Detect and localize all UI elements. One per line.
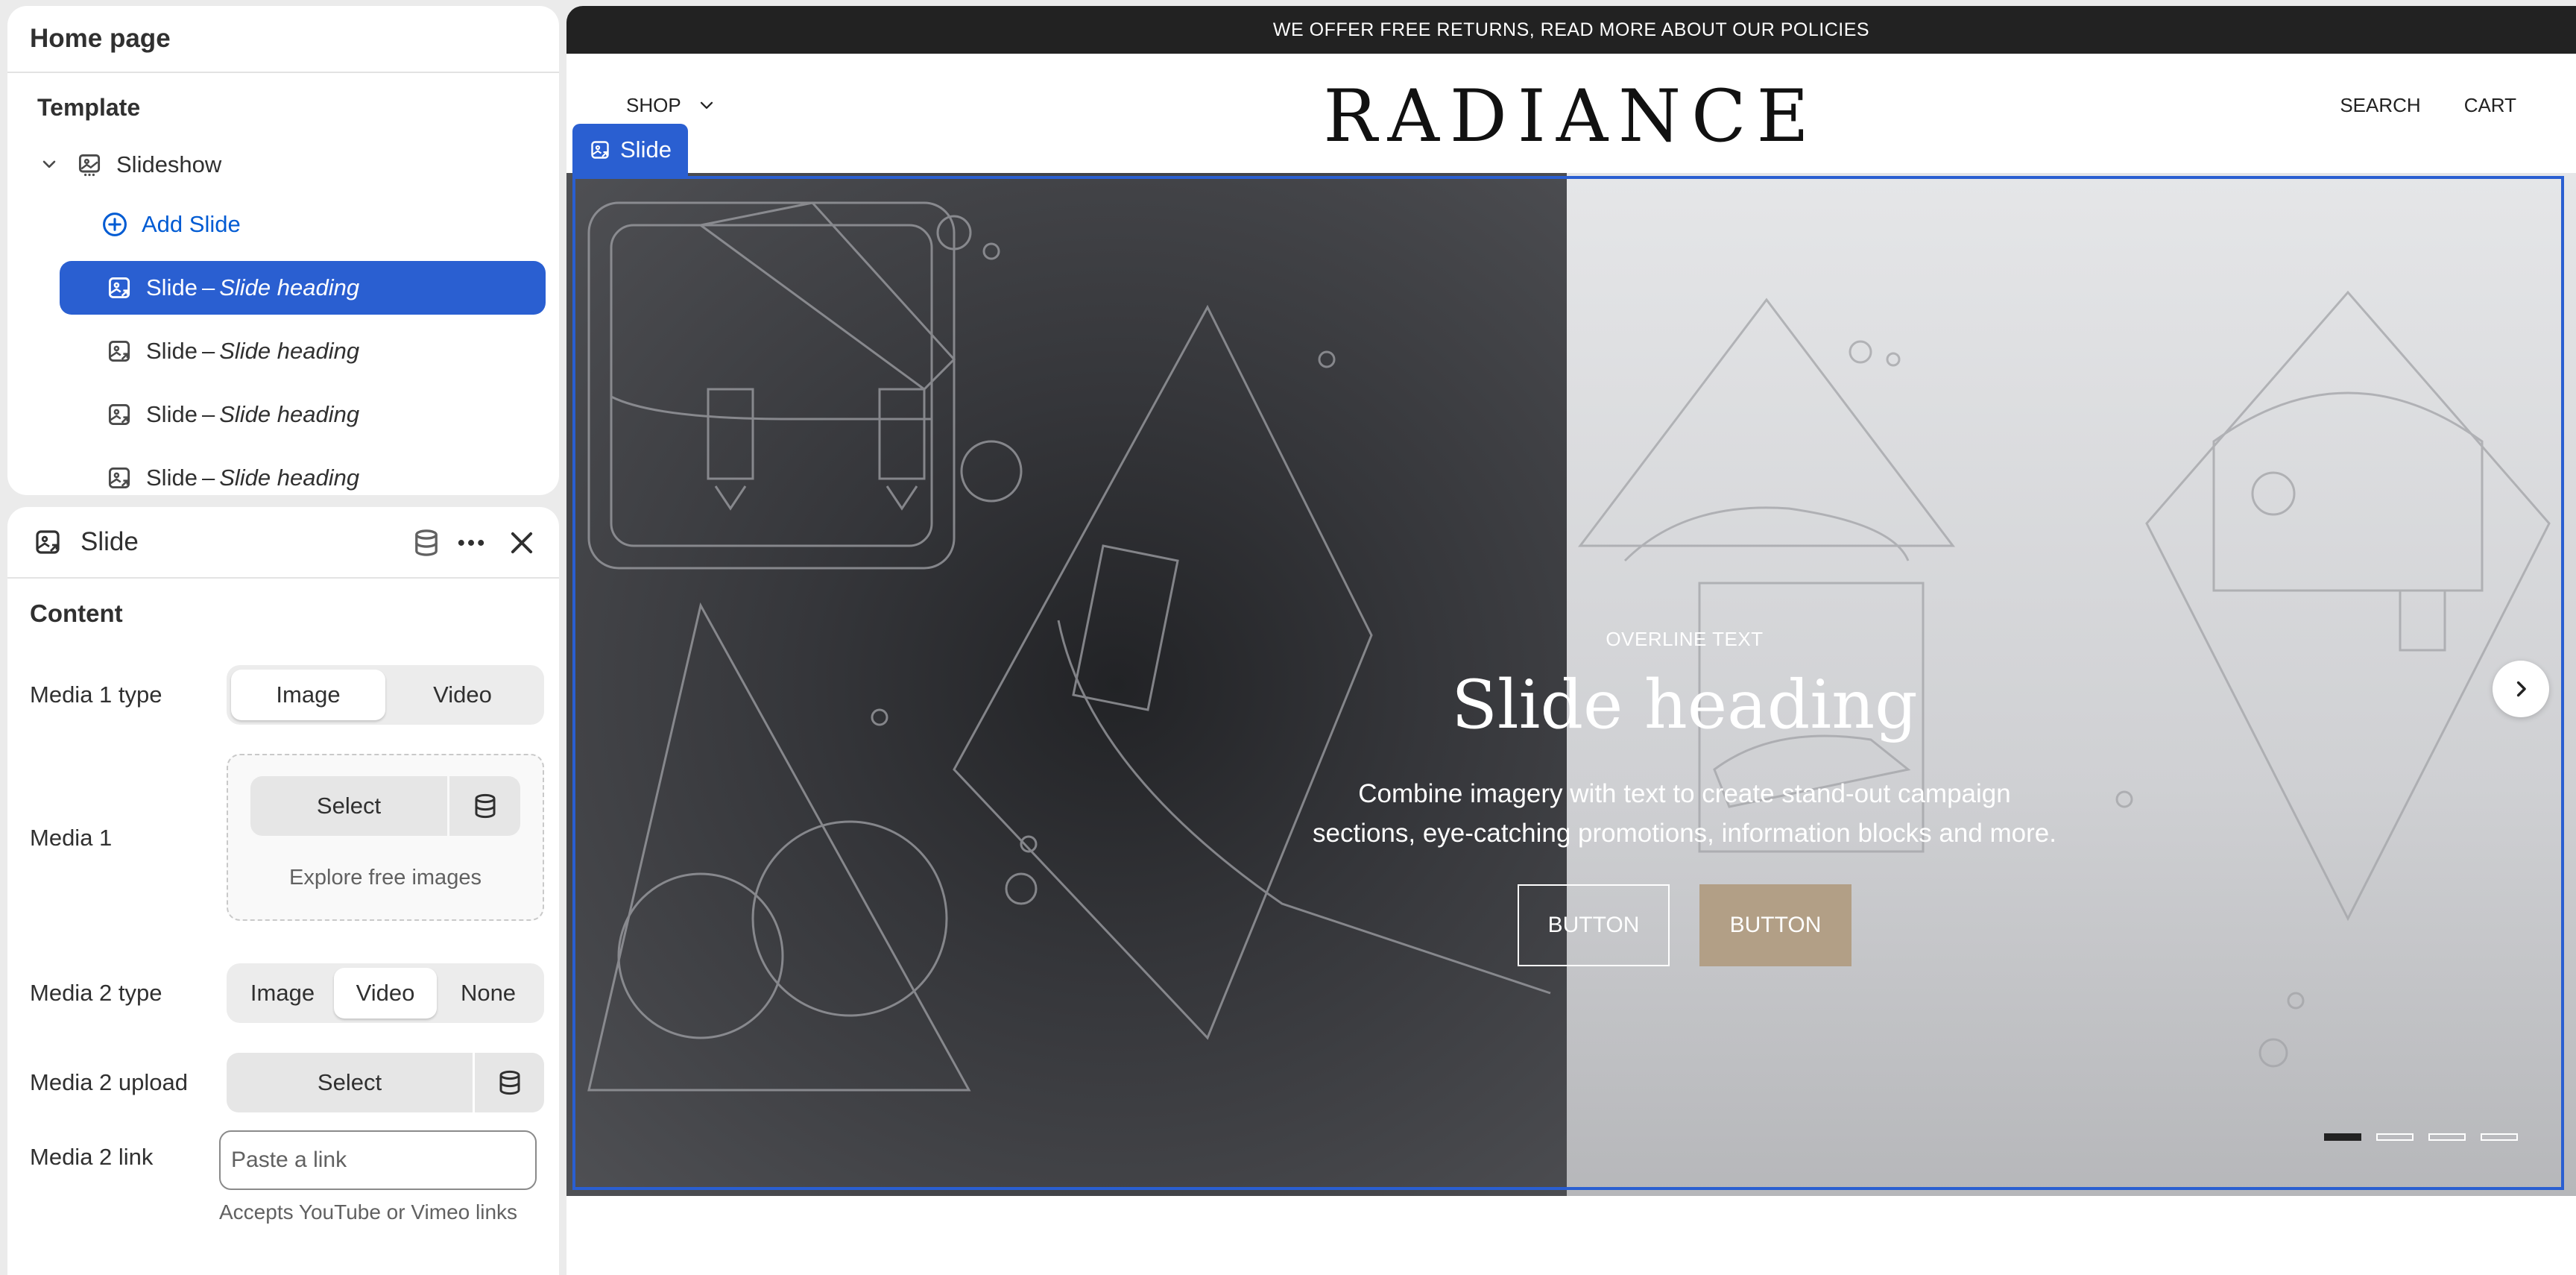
store-header: SHOP RADIANCE SEARCH CART xyxy=(566,54,2576,173)
media2-upload-label: Media 2 upload xyxy=(30,1069,188,1095)
media2-type-none[interactable]: None xyxy=(437,968,540,1019)
media2-library-button[interactable] xyxy=(475,1053,544,1112)
pagination-dot-4[interactable] xyxy=(2481,1133,2518,1141)
tree-item-slide-1[interactable]: Slide – Slide heading xyxy=(60,261,546,315)
slide-heading: Slide heading xyxy=(219,465,360,491)
slide-heading: Slide heading xyxy=(219,274,360,300)
media2-type-toggle: Image Video None xyxy=(227,963,544,1023)
tree-item-slideshow[interactable]: Slideshow xyxy=(39,138,221,192)
slide-separator: – xyxy=(201,338,215,364)
media1-type-label: Media 1 type xyxy=(30,681,162,708)
media1-label: Media 1 xyxy=(30,825,113,851)
hero-buttons: BUTTON BUTTON xyxy=(1312,884,2057,966)
slideshow-icon xyxy=(76,151,103,178)
tree-item-slide-2[interactable]: Slide – Slide heading xyxy=(60,324,546,378)
slide-image-icon xyxy=(33,527,63,557)
media2-select-group: Select xyxy=(227,1053,544,1112)
slide-image-icon xyxy=(106,274,133,301)
media2-link-helper: Accepts YouTube or Vimeo links xyxy=(219,1200,518,1224)
slide-heading: Slide heading xyxy=(219,401,360,427)
announcement-bar[interactable]: WE OFFER FREE RETURNS, READ MORE ABOUT O… xyxy=(566,6,2576,54)
nav-right: SEARCH CART xyxy=(2340,94,2516,117)
store-logo[interactable]: RADIANCE xyxy=(566,75,2576,158)
slide-image-icon xyxy=(106,338,133,365)
media1-library-button[interactable] xyxy=(449,776,520,836)
tree-item-label: Slideshow xyxy=(116,151,222,177)
stack-icon xyxy=(499,1070,520,1095)
slide-separator: – xyxy=(201,465,215,491)
page-title[interactable]: Home page xyxy=(7,6,559,73)
slide-separator: – xyxy=(201,401,215,427)
stack-icon[interactable] xyxy=(410,526,443,559)
content-section-title: Content xyxy=(30,599,123,627)
hero-heading: Slide heading xyxy=(1451,666,1918,744)
store-preview: WE OFFER FREE RETURNS, READ MORE ABOUT O… xyxy=(566,6,2576,1275)
slide-separator: – xyxy=(201,274,215,300)
pagination-dot-3[interactable] xyxy=(2428,1133,2466,1141)
hero-button-primary[interactable]: BUTTON xyxy=(1518,884,1670,966)
next-slide-button[interactable] xyxy=(2493,661,2549,717)
media1-type-image[interactable]: Image xyxy=(231,670,385,720)
slide-name: Slide xyxy=(146,465,198,491)
slide-name: Slide xyxy=(146,338,198,364)
slide-name: Slide xyxy=(146,401,198,427)
slide-image-icon xyxy=(106,465,133,491)
chevron-down-icon[interactable] xyxy=(39,154,60,175)
slide-image-icon xyxy=(591,141,609,159)
media2-link-label: Media 2 link xyxy=(30,1144,154,1170)
tree-item-slide-4[interactable]: Slide – Slide heading xyxy=(60,451,546,495)
settings-header: Slide xyxy=(7,507,559,579)
media2-link-input[interactable] xyxy=(219,1130,537,1190)
nav-cart-link[interactable]: CART xyxy=(2464,94,2516,117)
close-icon[interactable] xyxy=(505,526,538,559)
media2-type-video[interactable]: Video xyxy=(334,968,437,1019)
media1-select-button[interactable]: Select xyxy=(250,776,447,836)
pagination-dot-1[interactable] xyxy=(2324,1133,2361,1141)
slide-name: Slide xyxy=(146,274,198,300)
hero-content: OVERLINE TEXT Slide heading Combine imag… xyxy=(1312,628,2057,966)
chevron-right-icon xyxy=(2516,681,2526,697)
template-section-title: Template xyxy=(37,94,141,121)
slide-image-icon xyxy=(106,401,133,428)
hero-button-secondary[interactable]: BUTTON xyxy=(1699,884,1852,966)
media2-select-button[interactable]: Select xyxy=(227,1053,473,1112)
media1-type-video[interactable]: Video xyxy=(385,670,540,720)
hero-description: Combine imagery with text to create stan… xyxy=(1313,779,2056,848)
media1-dropzone[interactable]: Select Explore free images xyxy=(227,754,544,921)
tree-item-slide-3[interactable]: Slide – Slide heading xyxy=(60,388,546,441)
add-slide-label: Add Slide xyxy=(142,211,241,237)
explore-free-images-link[interactable]: Explore free images xyxy=(228,866,543,890)
slide-heading: Slide heading xyxy=(219,338,360,364)
media2-type-label: Media 2 type xyxy=(30,980,162,1006)
pagination-dot-2[interactable] xyxy=(2376,1133,2414,1141)
slide-pagination xyxy=(2324,1133,2518,1141)
stack-icon xyxy=(475,793,495,819)
media1-select-group: Select xyxy=(250,776,520,836)
settings-title: Slide xyxy=(80,527,139,556)
media1-type-toggle: Image Video xyxy=(227,665,544,725)
more-icon[interactable] xyxy=(455,526,487,559)
selected-slide-tag-label: Slide xyxy=(620,136,672,163)
nav-search-link[interactable]: SEARCH xyxy=(2340,94,2420,117)
plus-circle-icon xyxy=(101,211,128,238)
selected-slide-tag[interactable]: Slide xyxy=(572,124,688,176)
media2-type-image[interactable]: Image xyxy=(231,968,334,1019)
hero-overline: OVERLINE TEXT xyxy=(1606,628,1764,650)
template-tree-panel: Home page Template Slideshow Add Slide S… xyxy=(7,6,559,495)
add-slide-button[interactable]: Add Slide xyxy=(101,198,241,251)
hero-slideshow[interactable]: OVERLINE TEXT Slide heading Combine imag… xyxy=(566,173,2576,1196)
